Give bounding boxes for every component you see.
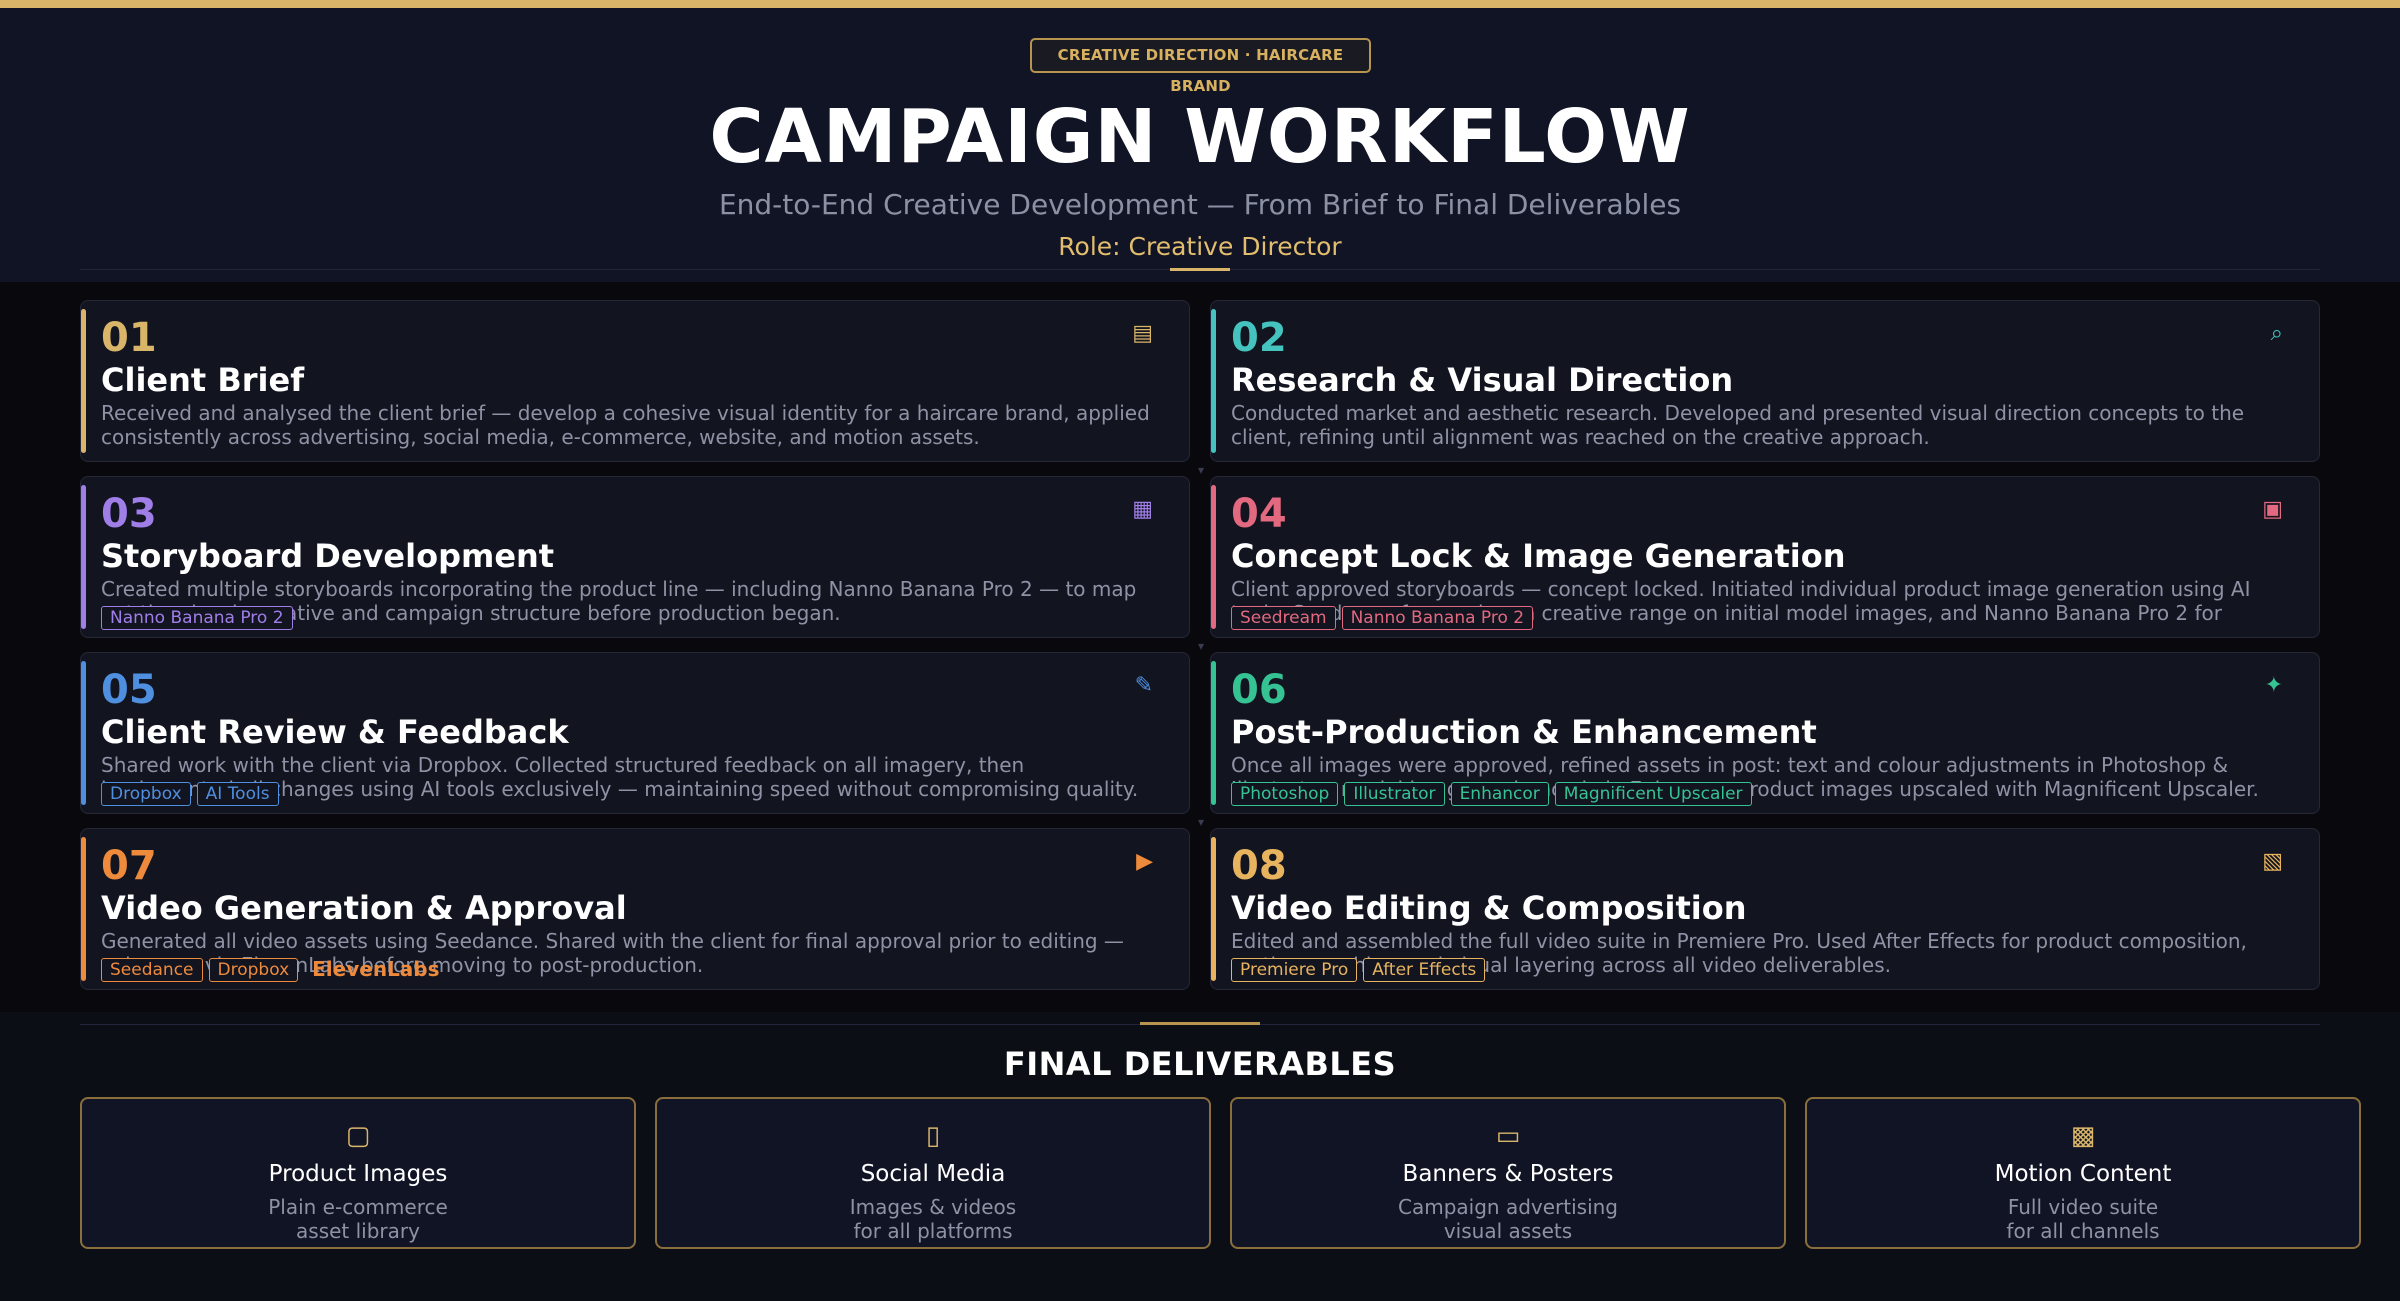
- deliverable-line: for all platforms: [853, 1219, 1013, 1243]
- deliverable-card: ▢ Product Images Plain e-commerce asset …: [80, 1097, 636, 1249]
- deliverable-description: Plain e-commerce asset library: [82, 1195, 634, 1243]
- tool-tags: Seedream Nanno Banana Pro 2: [1231, 605, 1534, 631]
- role-label: Role: Creative Director: [1058, 232, 1342, 261]
- storyboard-icon: ▦: [1132, 497, 1153, 522]
- step-title: Storyboard Development: [101, 537, 555, 575]
- step-number: 03: [101, 491, 157, 537]
- tool-tag: Dropbox: [101, 782, 191, 806]
- film-icon: ▧: [2262, 849, 2283, 874]
- row-connector: ▾: [1198, 815, 1205, 829]
- clapper-icon: ▩: [2070, 1121, 2096, 1151]
- deliverable-card: ▩ Motion Content Full video suite for al…: [1805, 1097, 2361, 1249]
- tool-tags: Nanno Banana Pro 2: [101, 605, 293, 631]
- page-subtitle: End-to-End Creative Development — From B…: [718, 188, 1682, 221]
- video-icon: ▶: [1136, 849, 1153, 874]
- step-number: 05: [101, 667, 157, 713]
- tool-tag: Illustrator: [1344, 782, 1445, 806]
- tool-tag: ElevenLabs: [312, 957, 440, 981]
- deliverable-description: Full video suite for all channels: [1807, 1195, 2359, 1243]
- step-card-05: 05 ✎ Client Review & Feedback Shared wor…: [80, 652, 1190, 814]
- tool-tag: Seedream: [1231, 606, 1336, 630]
- sparkle-icon: ✦: [2264, 673, 2283, 698]
- tool-tag: Photoshop: [1231, 782, 1339, 806]
- tool-tags: Photoshop Illustrator Enhancor Magnificent …: [1231, 781, 1752, 807]
- tool-tag: Enhancor: [1450, 782, 1549, 806]
- tool-tags: Dropbox AI Tools: [101, 781, 279, 807]
- tool-tag: AI Tools: [196, 782, 279, 806]
- deliverable-title: Motion Content: [1994, 1161, 2172, 1187]
- tool-tags: Premiere Pro After Effects: [1231, 957, 1486, 983]
- deliverable-description: Campaign advertising visual assets: [1232, 1195, 1784, 1243]
- step-title: Research & Visual Direction: [1231, 361, 1734, 399]
- step-title: Video Editing & Composition: [1231, 889, 1747, 927]
- deliverable-line: Images & videos: [849, 1195, 1017, 1219]
- search-icon: ⌕: [2270, 321, 2283, 346]
- step-card-06: 06 ✦ Post-Production & Enhancement Once …: [1210, 652, 2320, 814]
- deliverable-line: Plain e-commerce: [268, 1195, 448, 1219]
- step-card-03: 03 ▦ Storyboard Development Created mult…: [80, 476, 1190, 638]
- step-number: 06: [1231, 667, 1287, 713]
- deliverable-line: visual assets: [1443, 1219, 1573, 1243]
- banner-icon: ▭: [1495, 1121, 1521, 1151]
- top-accent-bar: [0, 0, 2400, 8]
- step-accent-bar: [1211, 837, 1216, 981]
- tool-tag: Seedance: [101, 958, 203, 982]
- step-accent-bar: [81, 661, 86, 805]
- step-accent-bar: [81, 485, 86, 629]
- step-title: Post-Production & Enhancement: [1231, 713, 1817, 751]
- deliverable-line: Full video suite: [2007, 1195, 2159, 1219]
- deliverable-line: for all channels: [2006, 1219, 2160, 1243]
- step-accent-bar: [81, 837, 86, 981]
- deliverable-title: Product Images: [268, 1161, 448, 1187]
- step-accent-bar: [1211, 485, 1216, 629]
- deliverable-card: ▯ Social Media Images & videos for all p…: [655, 1097, 1211, 1249]
- step-number: 01: [101, 315, 157, 361]
- step-accent-bar: [81, 309, 86, 453]
- tool-tag: Magnificent Upscaler: [1554, 782, 1752, 806]
- deliverable-title: Social Media: [860, 1161, 1006, 1187]
- tool-tag: Nanno Banana Pro 2: [1341, 606, 1534, 630]
- deliverable-card: ▭ Banners & Posters Campaign advertising…: [1230, 1097, 1786, 1249]
- row-connector: ▾: [1198, 463, 1205, 477]
- tool-tag: After Effects: [1363, 958, 1486, 982]
- step-card-08: 08 ▧ Video Editing & Composition Edited …: [1210, 828, 2320, 990]
- tool-tag: Premiere Pro: [1231, 958, 1358, 982]
- step-number: 08: [1231, 843, 1287, 889]
- tool-tag: Nanno Banana Pro 2: [101, 606, 293, 630]
- step-title: Client Brief: [101, 361, 305, 399]
- box-icon: ▢: [345, 1121, 371, 1151]
- deliverable-line: asset library: [296, 1219, 420, 1243]
- document-icon: ▤: [1132, 321, 1153, 346]
- image-icon: ▣: [2262, 497, 2283, 522]
- step-number: 04: [1231, 491, 1287, 537]
- workflow-steps-section: 01 ▤ Client Brief Received and analysed …: [0, 282, 2400, 1012]
- feedback-icon: ✎: [1134, 673, 1153, 698]
- step-description: Conducted market and aesthetic research.…: [1231, 401, 2245, 449]
- phone-icon: ▯: [925, 1121, 941, 1151]
- step-title: Client Review & Feedback: [101, 713, 569, 751]
- step-accent-bar: [1211, 309, 1216, 453]
- step-number: 02: [1231, 315, 1287, 361]
- row-connector: ▾: [1198, 639, 1205, 653]
- step-number: 07: [101, 843, 157, 889]
- step-card-02: 02 ⌕ Research & Visual Direction Conduct…: [1210, 300, 2320, 462]
- page-title: CAMPAIGN WORKFLOW: [709, 94, 1691, 180]
- step-card-04: 04 ▣ Concept Lock & Image Generation Cli…: [1210, 476, 2320, 638]
- role-underline: [1170, 268, 1230, 271]
- page-header: CREATIVE DIRECTION · HAIRCARE BRAND CAMP…: [0, 8, 2400, 282]
- deliverable-line: Campaign advertising: [1398, 1195, 1618, 1219]
- deliverable-title: Banners & Posters: [1402, 1161, 1614, 1187]
- step-accent-bar: [1211, 661, 1216, 805]
- step-title: Concept Lock & Image Generation: [1231, 537, 1846, 575]
- deliverables-divider-accent: [1140, 1022, 1260, 1025]
- step-description: Received and analysed the client brief —…: [101, 401, 1150, 449]
- tool-tags: Seedance Dropbox ElevenLabs: [101, 957, 448, 983]
- category-badge: CREATIVE DIRECTION · HAIRCARE BRAND: [1030, 38, 1371, 95]
- deliverable-description: Images & videos for all platforms: [657, 1195, 1209, 1243]
- step-card-07: 07 ▶ Video Generation & Approval Generat…: [80, 828, 1190, 990]
- step-card-01: 01 ▤ Client Brief Received and analysed …: [80, 300, 1190, 462]
- step-title: Video Generation & Approval: [101, 889, 627, 927]
- deliverables-title: FINAL DELIVERABLES: [1003, 1045, 1397, 1083]
- tool-tag: Dropbox: [208, 958, 299, 982]
